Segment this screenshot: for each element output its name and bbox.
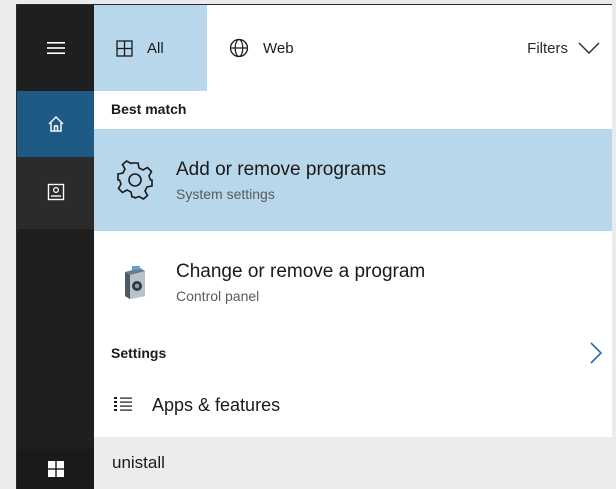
tab-all-label: All [147,39,164,57]
search-box[interactable]: unistall [94,437,612,489]
tab-web-label: Web [263,39,294,57]
settings-item-apps-features[interactable]: Apps & features [94,387,612,423]
hamburger-menu-button[interactable] [17,5,94,91]
settings-item-label: Apps & features [152,394,281,415]
filters-label: Filters [527,39,568,57]
left-rail [17,5,94,489]
result-title: Add or remove programs [176,158,387,180]
result-subtitle: System settings [176,185,275,202]
result-add-remove-programs[interactable]: Add or remove programs System settings [94,129,612,231]
settings-section-header[interactable]: Settings [94,336,612,370]
globe-icon [229,38,249,58]
grid-icon [116,39,133,57]
result-subtitle: Control panel [176,287,260,304]
search-input[interactable]: unistall [112,453,165,473]
control-panel-icon [125,266,145,299]
tab-web[interactable]: Web [207,5,294,91]
device-icon [47,183,64,201]
tab-all[interactable]: All [94,5,207,91]
gear-icon [117,160,153,200]
section-settings: Settings [111,345,167,361]
results-panel: All Web Filters Best match Add or remove… [94,5,612,489]
list-icon [114,397,132,411]
hamburger-icon [46,42,65,54]
section-best-match: Best match [111,101,187,117]
device-button[interactable] [17,157,94,229]
scope-tabs: All Web Filters [94,5,612,91]
search-window: All Web Filters Best match Add or remove… [16,4,612,489]
home-button[interactable] [17,91,94,157]
result-change-remove-program[interactable]: Change or remove a program Control panel [94,231,612,333]
chevron-down-icon [578,42,600,54]
windows-logo-icon [47,461,64,477]
home-icon [48,116,63,132]
filters-dropdown[interactable]: Filters [527,5,600,91]
start-button[interactable] [17,449,94,489]
result-title: Change or remove a program [176,260,426,282]
chevron-right-icon [590,342,602,364]
